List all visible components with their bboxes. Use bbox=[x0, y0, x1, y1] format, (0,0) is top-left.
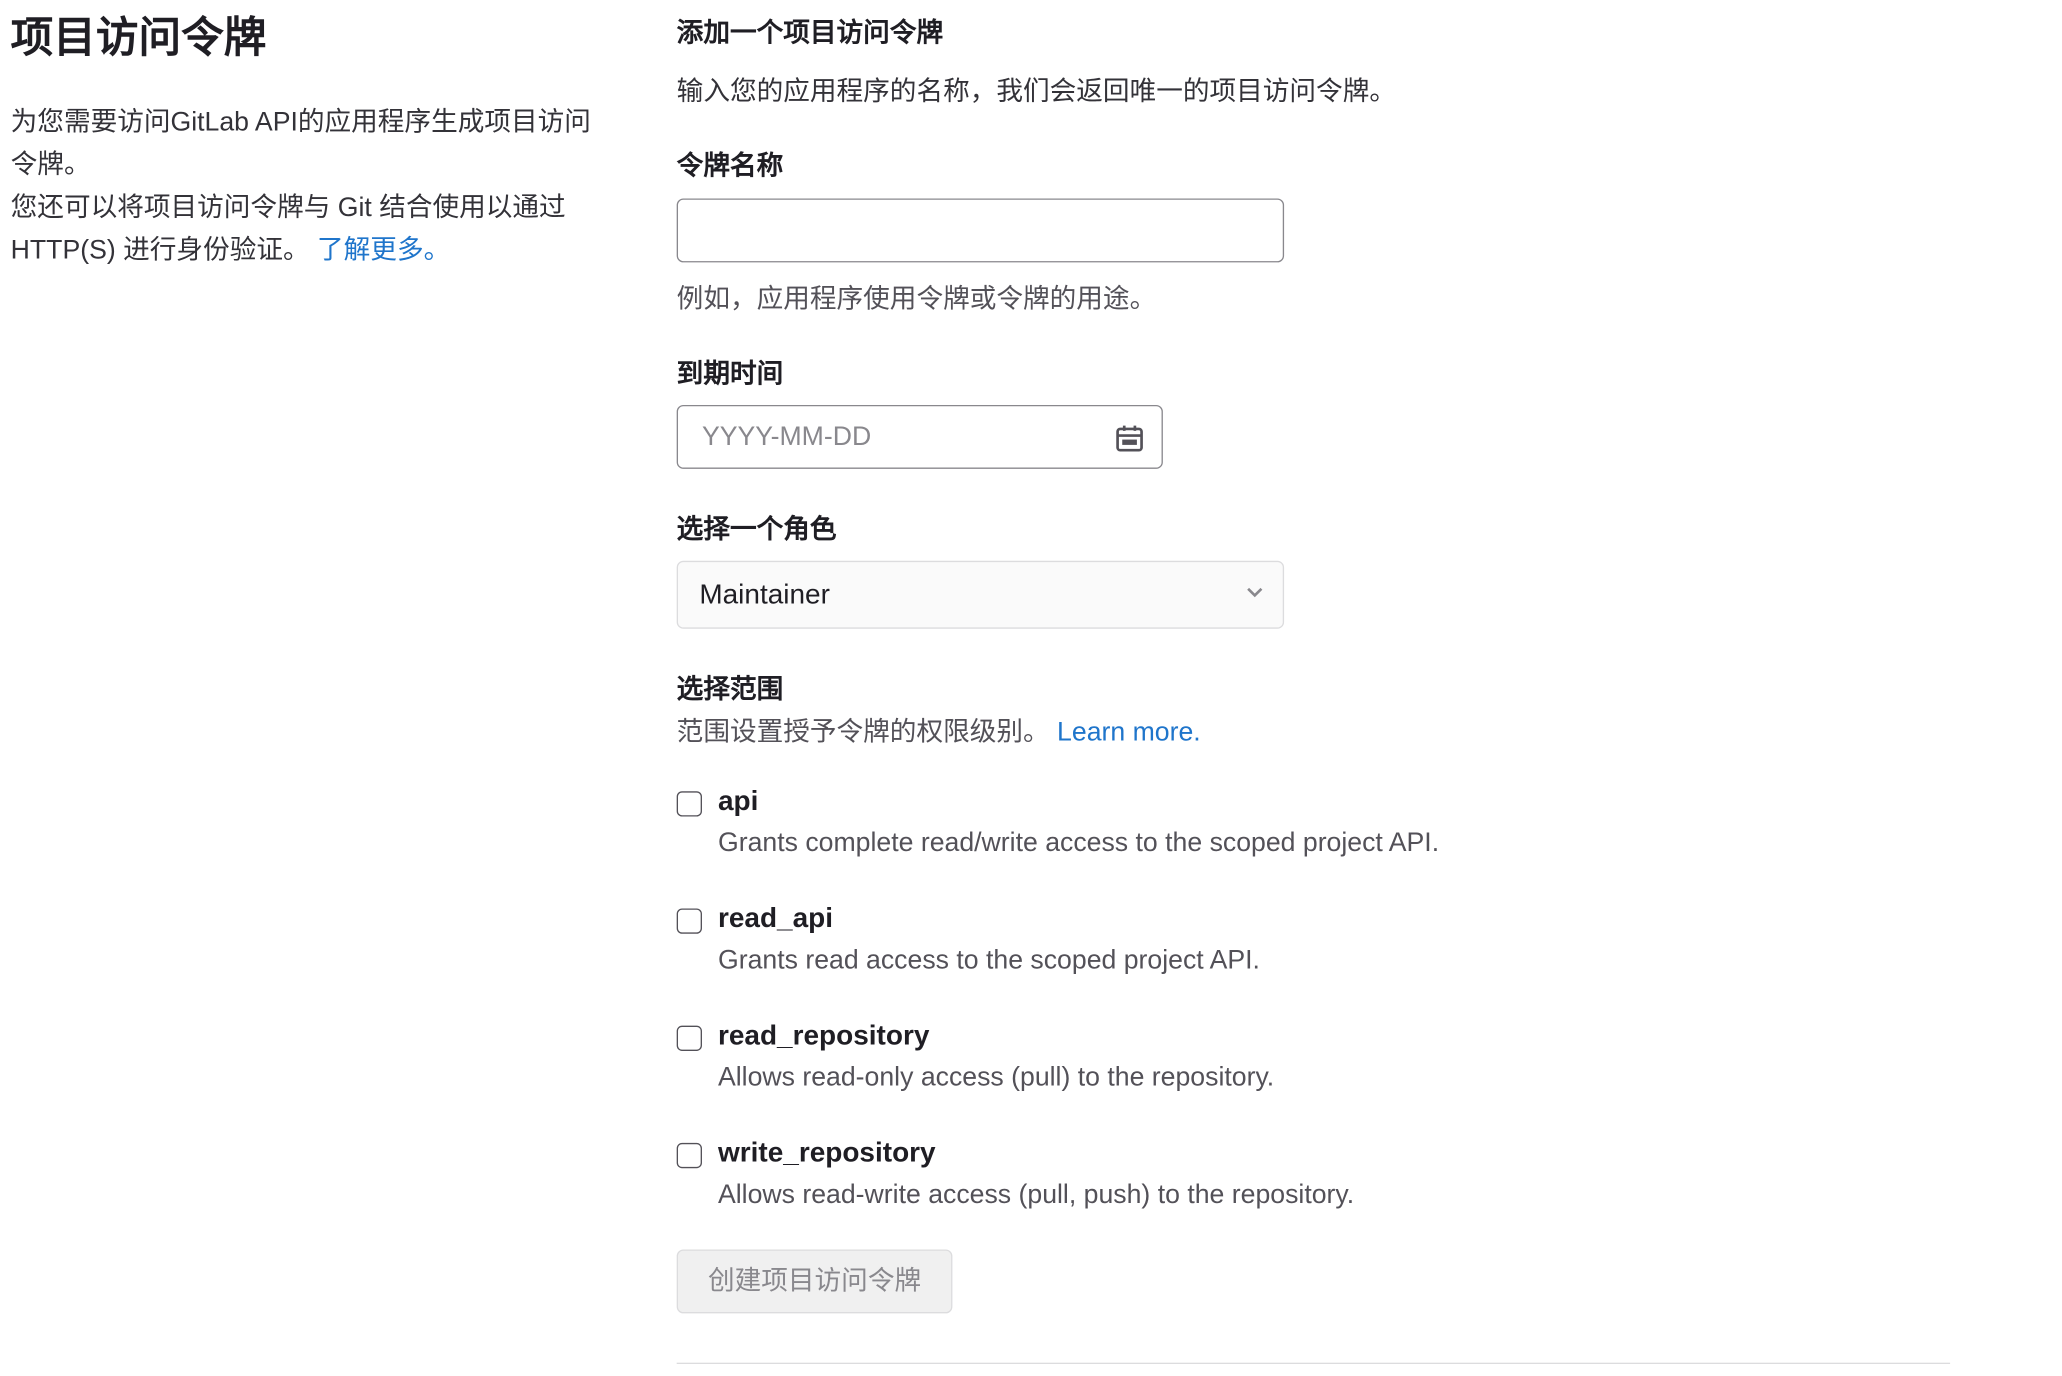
divider bbox=[676, 1362, 1951, 1365]
calendar-icon[interactable] bbox=[1114, 422, 1146, 454]
role-label: 选择一个角色 bbox=[676, 515, 837, 545]
learn-more-link[interactable]: 了解更多。 bbox=[317, 236, 450, 265]
scope-checkbox-write-repository[interactable] bbox=[676, 1142, 702, 1169]
page-description: 为您需要访问GitLab API的应用程序生成项目访问令牌。 您还可以将项目访问… bbox=[11, 101, 610, 272]
scopes-learn-more-link[interactable]: Learn more. bbox=[1057, 718, 1201, 747]
scope-description: Grants read access to the scoped project… bbox=[717, 945, 1260, 976]
scope-name[interactable]: write_repository bbox=[718, 1138, 936, 1170]
token-name-label: 令牌名称 bbox=[676, 151, 784, 182]
scope-checkbox-read-repository[interactable] bbox=[676, 1025, 702, 1051]
scope-description: Allows read-only access (pull) to the re… bbox=[717, 1062, 1275, 1093]
create-token-button[interactable]: 创建项目访问令牌 bbox=[676, 1249, 953, 1314]
scope-checkbox-api[interactable] bbox=[676, 791, 702, 817]
expiration-placeholder: YYYY-MM-DD bbox=[701, 422, 872, 452]
chevron-down-icon bbox=[1247, 587, 1263, 598]
scopes-help-text: 范围设置授予令牌的权限级别。 bbox=[676, 717, 1050, 748]
description-line-2: 您还可以将项目访问令牌与 Git 结合使用以通过 HTTP(S) 进行身份验证。… bbox=[11, 186, 610, 271]
description-line-1: 为您需要访问GitLab API的应用程序生成项目访问令牌。 bbox=[10, 107, 591, 180]
role-selected-value: Maintainer bbox=[699, 579, 830, 611]
form-section-title: 添加一个项目访问令牌 bbox=[676, 18, 944, 48]
scope-name[interactable]: read_api bbox=[718, 903, 833, 935]
scope-name[interactable]: api bbox=[718, 786, 758, 818]
description-line-2-text: 您还可以将项目访问令牌与 Git 结合使用以通过 HTTP(S) 进行身份验证。 bbox=[10, 193, 566, 266]
scope-name[interactable]: read_repository bbox=[718, 1020, 929, 1052]
scope-description: Allows read-write access (pull, push) to… bbox=[717, 1180, 1355, 1210]
scopes-help: 范围设置授予令牌的权限级别。 Learn more. bbox=[677, 710, 1201, 749]
token-name-help: 例如，应用程序使用令牌或令牌的用途。 bbox=[676, 285, 1157, 315]
role-select[interactable]: Maintainer bbox=[676, 560, 1285, 629]
scopes-label: 选择范围 bbox=[676, 675, 784, 705]
expiration-date-input[interactable]: YYYY-MM-DD bbox=[676, 404, 1163, 469]
form-intro: 输入您的应用程序的名称，我们会返回唯一的项目访问令牌。 bbox=[676, 77, 1396, 107]
token-name-input[interactable] bbox=[676, 198, 1285, 263]
page-intro: 项目访问令牌 为您需要访问GitLab API的应用程序生成项目访问令牌。 您还… bbox=[11, 8, 610, 272]
expiration-label: 到期时间 bbox=[676, 359, 784, 389]
scope-checkbox-read-api[interactable] bbox=[676, 908, 702, 934]
scope-description: Grants complete read/write access to the… bbox=[717, 828, 1440, 858]
page-title: 项目访问令牌 bbox=[10, 13, 267, 62]
